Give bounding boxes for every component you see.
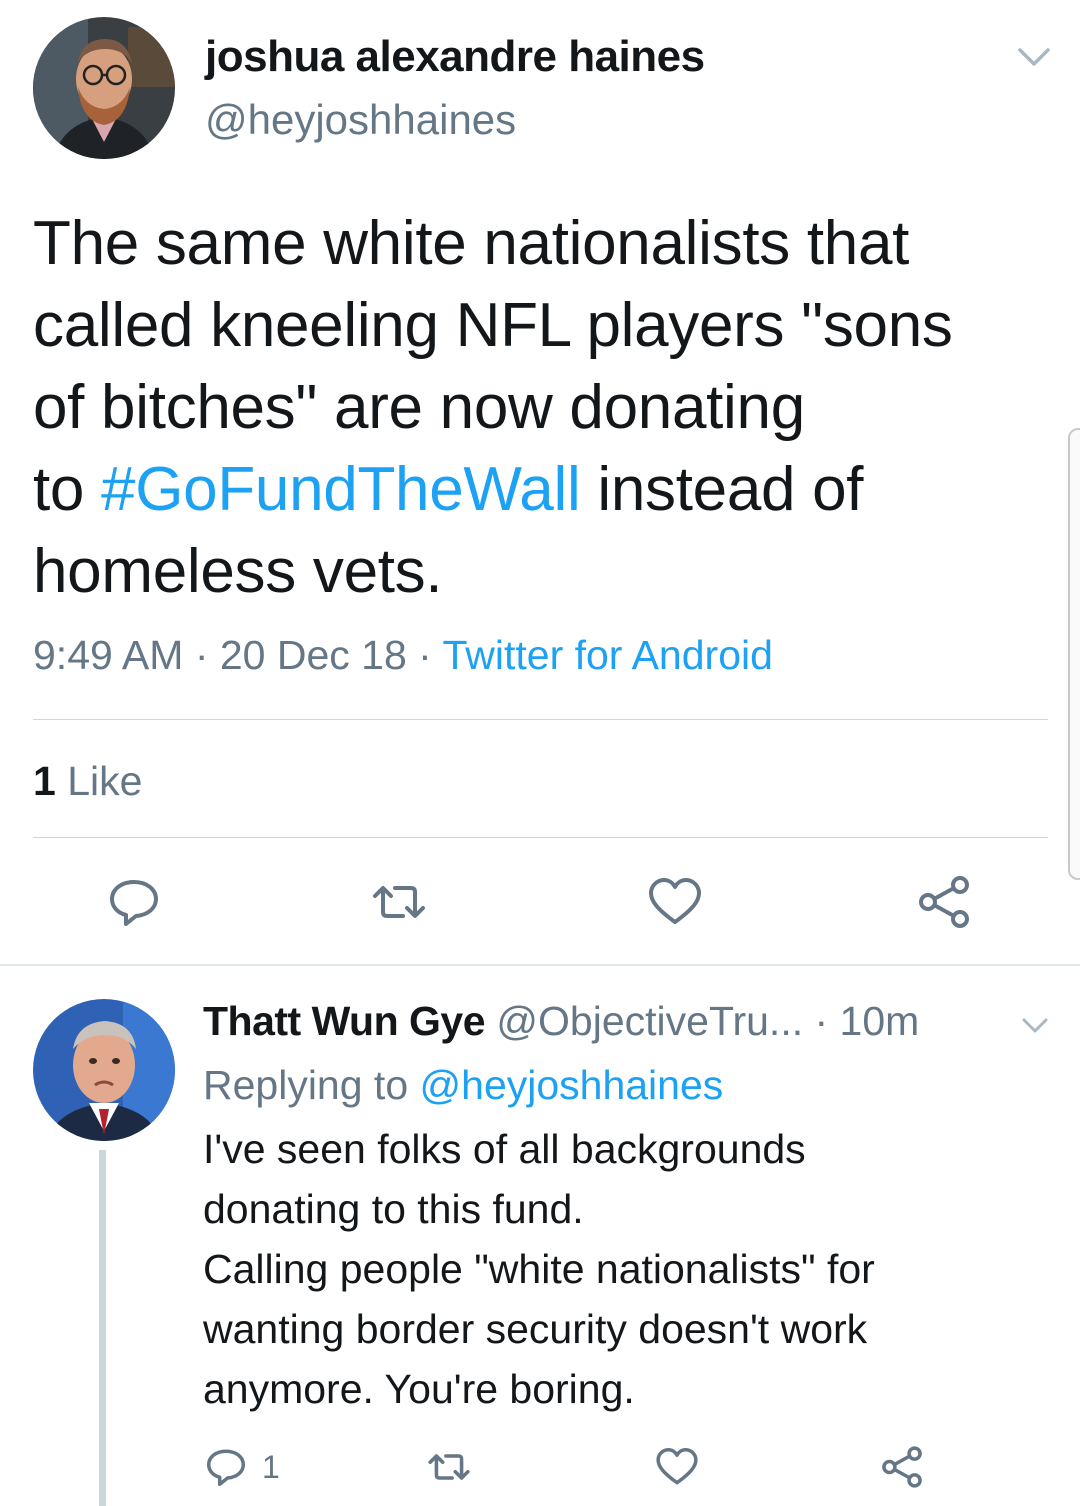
meta-separator: · <box>183 632 220 678</box>
divider <box>33 719 1048 720</box>
main-tweet: joshua alexandre haines @heyjoshhaines T… <box>0 0 1080 965</box>
reply-action-reply[interactable]: 1 <box>204 1442 280 1492</box>
chevron-down-icon[interactable] <box>1016 42 1052 72</box>
reply-text: I've seen folks of all backgrounds donat… <box>203 1119 1043 1419</box>
tweet-text-line: to #GoFundTheWall instead of <box>33 449 1043 531</box>
tweet-text-line: called kneeling NFL players "sons <box>33 291 953 360</box>
reply-author-handle[interactable]: @ObjectiveTru... <box>485 998 803 1044</box>
tweet-date: 20 Dec 18 <box>219 632 407 678</box>
reply-action-share[interactable] <box>880 1442 924 1492</box>
mention-link[interactable]: @heyjoshhaines <box>420 1062 724 1108</box>
reply-header: Thatt Wun Gye @ObjectiveTru... · 10m <box>203 998 919 1045</box>
reply-count: 1 <box>262 1448 280 1485</box>
hashtag-link[interactable]: #GoFundTheWall <box>101 455 581 524</box>
reply-text-line: Calling people "white nationalists" for <box>203 1246 875 1292</box>
like-count: 1 <box>33 758 56 804</box>
reply-time: · 10m <box>803 998 920 1044</box>
like-icon <box>656 1447 698 1485</box>
reply-action-retweet[interactable] <box>427 1442 471 1492</box>
tweet-time: 9:49 AM <box>33 632 184 678</box>
retweet-icon <box>428 1454 470 1480</box>
replying-to: Replying to @heyjoshhaines <box>203 1062 723 1109</box>
author-avatar[interactable] <box>33 17 175 159</box>
divider <box>33 837 1048 838</box>
tweet-text-fragment: instead of <box>580 455 864 524</box>
tweet-source-link[interactable]: Twitter for Android <box>442 632 772 678</box>
reply-action-like[interactable] <box>655 1442 699 1492</box>
scrollbar-thumb[interactable] <box>1068 428 1080 880</box>
tweet-text-fragment: to <box>33 455 102 524</box>
reply-tweet[interactable]: Thatt Wun Gye @ObjectiveTru... · 10m Rep… <box>0 966 1080 1506</box>
tweet-text-line: The same white nationalists that <box>33 209 910 278</box>
tweet-text-line: homeless vets. <box>33 537 443 606</box>
meta-separator: · <box>406 632 443 678</box>
share-icon[interactable] <box>914 872 974 932</box>
tweet-meta: 9:49 AM · 20 Dec 18 · Twitter for Androi… <box>33 632 773 679</box>
reply-text-line: wanting border security doesn't work <box>203 1306 868 1352</box>
author-name[interactable]: joshua alexandre haines <box>205 32 705 82</box>
replying-to-label: Replying to <box>203 1062 420 1108</box>
reply-text-line: I've seen folks of all backgrounds <box>203 1126 806 1172</box>
tweet-text: The same white nationalists that called … <box>33 203 1043 613</box>
reply-icon <box>206 1449 246 1487</box>
reply-author-name[interactable]: Thatt Wun Gye <box>203 998 486 1044</box>
chevron-down-icon[interactable] <box>1020 1014 1050 1038</box>
reply-text-line: anymore. You're boring. <box>203 1366 635 1412</box>
like-label: Like <box>55 758 143 804</box>
reply-author-avatar[interactable] <box>33 999 175 1141</box>
reply-icon[interactable] <box>104 872 164 932</box>
author-handle[interactable]: @heyjoshhaines <box>205 96 516 144</box>
like-icon[interactable] <box>645 872 705 932</box>
likes-count-row[interactable]: 1 Like <box>33 758 142 805</box>
thread-line <box>99 1150 106 1506</box>
reply-text-line: donating to this fund. <box>203 1186 584 1232</box>
tweet-text-line: of bitches" are now donating <box>33 373 805 442</box>
retweet-icon[interactable] <box>369 872 429 932</box>
share-icon <box>882 1446 922 1488</box>
